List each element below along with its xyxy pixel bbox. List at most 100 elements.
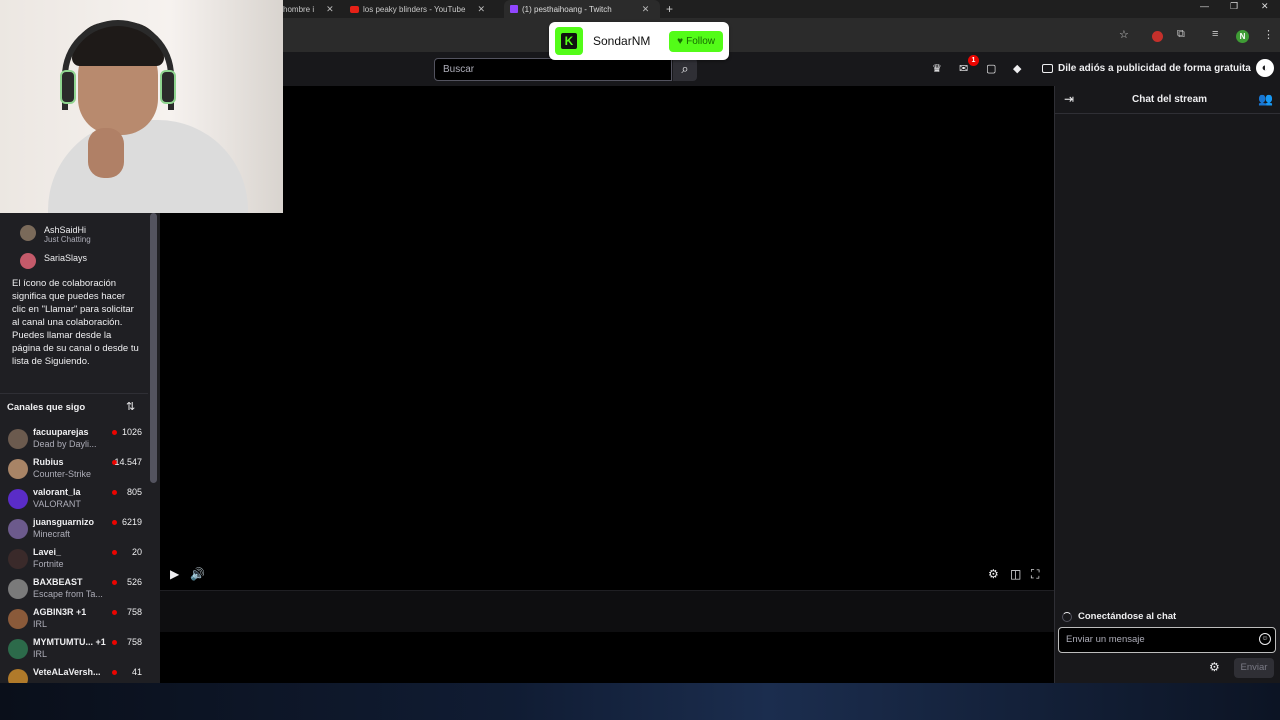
search-input[interactable]: Buscar bbox=[434, 58, 672, 81]
video-player[interactable] bbox=[160, 86, 1054, 590]
browser-tab-youtube[interactable]: los peaky blinders - YouTube ✕ bbox=[346, 0, 496, 18]
fullscreen-icon[interactable]: ⛶ bbox=[1031, 567, 1039, 582]
channel-name: BAXBEAST bbox=[33, 577, 83, 587]
avatar bbox=[8, 489, 28, 509]
twitch-icon bbox=[510, 5, 518, 13]
kick-channel-name: SondarNM bbox=[593, 34, 651, 48]
channel-name: juansguarnizo bbox=[33, 517, 95, 527]
windows-taskbar bbox=[0, 683, 1280, 720]
viewer-count: 1026 bbox=[121, 427, 142, 437]
search-icon: ⌕ bbox=[681, 61, 689, 76]
avatar bbox=[8, 429, 28, 449]
kick-follow-button[interactable]: ♥ Follow bbox=[669, 30, 723, 52]
divider bbox=[1054, 113, 1280, 114]
followed-channels-heading: Canales que sigo bbox=[7, 402, 86, 413]
ad-free-button[interactable]: Dile adiós a publicidad de forma gratuit… bbox=[1042, 63, 1251, 74]
heart-icon: ♥ bbox=[677, 35, 684, 47]
headset-earcup bbox=[60, 70, 76, 104]
live-indicator-icon bbox=[112, 520, 117, 525]
followed-channel-row[interactable]: BAXBEAST Escape from Ta... 526 bbox=[0, 575, 148, 603]
chat-title: Chat del stream bbox=[1132, 94, 1208, 105]
browser-tab[interactable]: hombre i ✕ bbox=[283, 0, 337, 18]
channel-name: Lavei_ bbox=[33, 547, 62, 557]
emote-picker-icon[interactable]: ☺ bbox=[1259, 633, 1271, 645]
crown-icon[interactable]: ♛ bbox=[932, 62, 942, 75]
followed-channel-row[interactable]: MYMTUMTU... +1 IRL 758 bbox=[0, 635, 148, 663]
channel-game: Dead by Dayli... bbox=[33, 439, 97, 449]
media-control-icon[interactable]: ≡ bbox=[1212, 28, 1218, 40]
close-tab-icon[interactable]: ✕ bbox=[326, 4, 334, 15]
channel-name: MYMTUMTU... +1 bbox=[33, 637, 106, 647]
viewer-count: 526 bbox=[126, 577, 142, 587]
followed-channel-row[interactable]: juansguarnizo Minecraft 6219 bbox=[0, 515, 148, 543]
send-button[interactable]: Enviar bbox=[1234, 658, 1274, 678]
channel-name: AshSaidHi bbox=[44, 225, 87, 235]
kick-logo-letter: K bbox=[561, 33, 577, 49]
collapse-chat-icon[interactable]: ⇥ bbox=[1064, 92, 1074, 106]
extension-icon[interactable] bbox=[1152, 31, 1163, 42]
sidebar-scrollbar[interactable] bbox=[150, 213, 157, 483]
channel-game: Fortnite bbox=[33, 559, 64, 569]
more-menu-icon[interactable]: ⋮ bbox=[1263, 28, 1274, 41]
recommended-channel[interactable]: AshSaidHi Just Chatting bbox=[20, 225, 91, 244]
channel-name: Rubius bbox=[33, 457, 64, 467]
avatar bbox=[20, 225, 36, 241]
close-window-icon[interactable]: ✕ bbox=[1261, 1, 1269, 12]
followed-channel-row[interactable]: valorant_la VALORANT 805 bbox=[0, 485, 148, 513]
loading-spinner-icon bbox=[1062, 611, 1072, 622]
new-tab-icon[interactable]: + bbox=[666, 2, 673, 16]
volume-icon[interactable]: 🔊 bbox=[190, 567, 205, 581]
streamer-hand bbox=[88, 128, 124, 178]
play-icon[interactable]: ▶ bbox=[170, 567, 179, 581]
chat-settings-icon[interactable]: ⚙ bbox=[1209, 660, 1220, 674]
restore-icon[interactable]: ❐ bbox=[1230, 1, 1238, 12]
bookmark-star-icon[interactable]: ☆ bbox=[1119, 28, 1129, 41]
channel-name: AGBIN3R +1 bbox=[33, 607, 87, 617]
chat-panel bbox=[1054, 86, 1280, 683]
tab-label: los peaky blinders - YouTube bbox=[363, 4, 466, 14]
browser-tab-twitch[interactable]: (1) pesthaihoang - Twitch ✕ bbox=[504, 0, 660, 18]
theatre-mode-icon[interactable]: ◫ bbox=[1010, 567, 1021, 581]
kick-logo-icon: K bbox=[555, 27, 583, 55]
extensions-puzzle-icon[interactable]: ⧉ bbox=[1177, 28, 1185, 41]
avatar bbox=[8, 579, 28, 599]
recommended-channel[interactable]: SariaSlays bbox=[20, 253, 87, 269]
tab-label: hombre i bbox=[283, 4, 315, 14]
live-indicator-icon bbox=[112, 640, 117, 645]
channel-game: IRL bbox=[33, 649, 48, 659]
viewer-count: 14.547 bbox=[114, 457, 142, 467]
chat-users-icon[interactable]: 👥 bbox=[1258, 92, 1273, 106]
followed-channel-row[interactable]: facuuparejas Dead by Dayli... 1026 bbox=[0, 425, 148, 453]
avatar bbox=[8, 639, 28, 659]
channel-name: VeteALaVersh... bbox=[33, 667, 101, 677]
minimize-icon[interactable]: — bbox=[1200, 1, 1209, 11]
live-indicator-icon bbox=[112, 490, 117, 495]
user-avatar[interactable]: ◐ bbox=[1256, 59, 1274, 77]
avatar bbox=[8, 549, 28, 569]
viewer-count: 758 bbox=[126, 637, 142, 647]
close-tab-icon[interactable]: ✕ bbox=[642, 4, 650, 15]
whispers-icon[interactable]: ▢ bbox=[986, 62, 996, 75]
viewer-count: 805 bbox=[126, 487, 142, 497]
kick-follow-popup: K SondarNM ♥ Follow bbox=[549, 22, 729, 60]
close-tab-icon[interactable]: ✕ bbox=[477, 4, 485, 15]
follow-label: Follow bbox=[686, 35, 715, 47]
bits-icon[interactable]: ◆ bbox=[1013, 62, 1021, 75]
channel-game: Minecraft bbox=[33, 529, 71, 539]
headset-earcup bbox=[160, 70, 176, 104]
channel-name: facuuparejas bbox=[33, 427, 89, 437]
followed-channel-row[interactable]: Rubius Counter-Strike 14.547 bbox=[0, 455, 148, 483]
settings-gear-icon[interactable]: ⚙ bbox=[988, 567, 999, 581]
tab-label: (1) pesthaihoang - Twitch bbox=[522, 4, 612, 14]
viewer-count: 6219 bbox=[121, 517, 142, 527]
search-button[interactable]: ⌕ bbox=[673, 58, 697, 81]
inbox-icon[interactable]: ✉ bbox=[959, 62, 968, 75]
collaboration-tip: El ícono de colaboración significa que p… bbox=[12, 278, 139, 367]
followed-channel-row[interactable]: Lavei_ Fortnite 20 bbox=[0, 545, 148, 573]
chat-message-input[interactable]: Enviar un mensaje bbox=[1058, 627, 1276, 653]
profile-avatar[interactable]: N bbox=[1236, 30, 1249, 43]
live-indicator-icon bbox=[112, 550, 117, 555]
viewer-count: 41 bbox=[131, 667, 142, 677]
followed-channel-row[interactable]: AGBIN3R +1 IRL 758 bbox=[0, 605, 148, 633]
sort-icon[interactable]: ⇅ bbox=[126, 400, 135, 413]
